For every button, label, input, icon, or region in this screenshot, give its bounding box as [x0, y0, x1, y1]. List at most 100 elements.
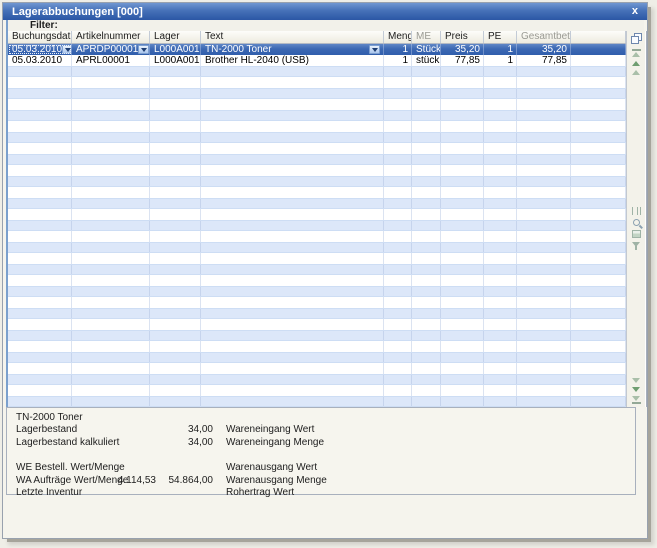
page-up-icon[interactable]: [632, 70, 640, 75]
table-row[interactable]: [8, 154, 626, 165]
cell: [484, 199, 517, 208]
dropdown-button[interactable]: [138, 45, 149, 54]
summary-value: 4.114,53: [117, 474, 156, 486]
cell: [8, 199, 72, 208]
cell[interactable]: 1: [484, 44, 517, 55]
table-row[interactable]: [8, 242, 626, 253]
table-row[interactable]: [8, 176, 626, 187]
dropdown-button[interactable]: [62, 45, 71, 54]
cell[interactable]: 35,20: [441, 44, 484, 55]
table-row[interactable]: [8, 209, 626, 220]
cell[interactable]: TN-2000 Toner: [201, 44, 384, 55]
table-row[interactable]: [8, 187, 626, 198]
copy-icon[interactable]: [630, 33, 642, 44]
cell: [384, 341, 412, 352]
cell[interactable]: 05.03.2010: [8, 44, 72, 55]
cell: [571, 199, 626, 208]
cell: [150, 177, 201, 186]
summary-icon[interactable]: [631, 229, 641, 238]
table-row[interactable]: [8, 198, 626, 209]
table-row[interactable]: [8, 253, 626, 264]
table-row[interactable]: [8, 308, 626, 319]
column-header-gesamtbetrag[interactable]: Gesamtbetrag: [517, 31, 571, 43]
table-row[interactable]: [8, 275, 626, 286]
cell[interactable]: L000A001: [150, 44, 201, 55]
table-row[interactable]: [8, 132, 626, 143]
scroll-down-icon[interactable]: [632, 387, 640, 392]
table-row[interactable]: [8, 99, 626, 110]
resize-columns-icon[interactable]: [631, 206, 641, 215]
cell: [150, 231, 201, 242]
cell: [384, 331, 412, 340]
column-header-artikelnummer[interactable]: Artikelnummer: [72, 31, 150, 43]
table-row[interactable]: [8, 77, 626, 88]
summary-row: [16, 449, 635, 462]
cell: [8, 319, 72, 330]
table-row[interactable]: [8, 363, 626, 374]
cell: [384, 243, 412, 252]
filter-funnel-icon[interactable]: [632, 241, 640, 250]
column-header-filler[interactable]: [571, 31, 626, 43]
cell[interactable]: APRDP00001: [72, 44, 150, 55]
cell: [517, 297, 571, 308]
cell[interactable]: [571, 44, 626, 55]
cell: [201, 363, 384, 374]
cell: [72, 67, 150, 76]
grid-rows: 05.03.2010 APRDP00001 L000A001 TN-2000 Tone…: [8, 44, 626, 407]
cell[interactable]: Stück: [412, 44, 441, 55]
table-row[interactable]: [8, 396, 626, 407]
table-row[interactable]: [8, 319, 626, 330]
scroll-up-icon[interactable]: [632, 61, 640, 66]
table-row[interactable]: [8, 110, 626, 121]
table-row[interactable]: [8, 143, 626, 154]
table-row[interactable]: [8, 352, 626, 363]
cell: [384, 133, 412, 142]
column-header-lager[interactable]: Lager: [150, 31, 201, 43]
table-row[interactable]: [8, 121, 626, 132]
filter-bar[interactable]: Filter:: [6, 20, 644, 31]
column-header-pe[interactable]: PE: [484, 31, 517, 43]
column-header-text[interactable]: Text: [201, 31, 384, 43]
cell[interactable]: 1: [384, 44, 412, 55]
table-row[interactable]: [8, 88, 626, 99]
cell: [571, 331, 626, 340]
table-row[interactable]: [8, 385, 626, 396]
scroll-top-icon[interactable]: [631, 48, 641, 57]
table-row[interactable]: [8, 330, 626, 341]
cell: [8, 309, 72, 318]
cell: [484, 341, 517, 352]
table-row[interactable]: 05.03.2010 APRDP00001 L000A001 TN-2000 Tone…: [8, 44, 626, 55]
table-row[interactable]: [8, 374, 626, 385]
search-icon[interactable]: [632, 218, 640, 226]
scroll-bottom-icon[interactable]: [631, 396, 641, 405]
cell: [571, 111, 626, 120]
column-header-preis[interactable]: Preis: [441, 31, 484, 43]
table-row[interactable]: [8, 297, 626, 308]
cell: [517, 265, 571, 274]
cell: [384, 67, 412, 76]
grid-scrollbar-strip[interactable]: [626, 31, 645, 407]
table-row[interactable]: [8, 341, 626, 352]
cell: [571, 177, 626, 186]
cell: [384, 353, 412, 362]
summary-title: TN-2000 Toner: [16, 411, 83, 423]
table-row[interactable]: [8, 286, 626, 297]
table-row[interactable]: [8, 231, 626, 242]
dropdown-button[interactable]: [369, 45, 380, 54]
table-row[interactable]: [8, 264, 626, 275]
cell[interactable]: 35,20: [517, 44, 571, 55]
cell: [384, 199, 412, 208]
table-row[interactable]: [8, 165, 626, 176]
table-row[interactable]: 05.03.2010 APRL00001 L000A001 Brother HL-20…: [8, 55, 626, 66]
page-down-icon[interactable]: [632, 378, 640, 383]
table-row[interactable]: [8, 220, 626, 231]
column-header-me[interactable]: ME: [412, 31, 441, 43]
cell: [441, 397, 484, 406]
title-bar[interactable]: Lagerabbuchungen [000] x: [3, 3, 647, 20]
column-header-menge[interactable]: Menge: [384, 31, 412, 43]
cell: [441, 177, 484, 186]
table-row[interactable]: [8, 66, 626, 77]
close-icon[interactable]: x: [629, 6, 641, 17]
column-header-buchungsdatum[interactable]: Buchungsdatum: [8, 31, 72, 43]
cell: [571, 341, 626, 352]
